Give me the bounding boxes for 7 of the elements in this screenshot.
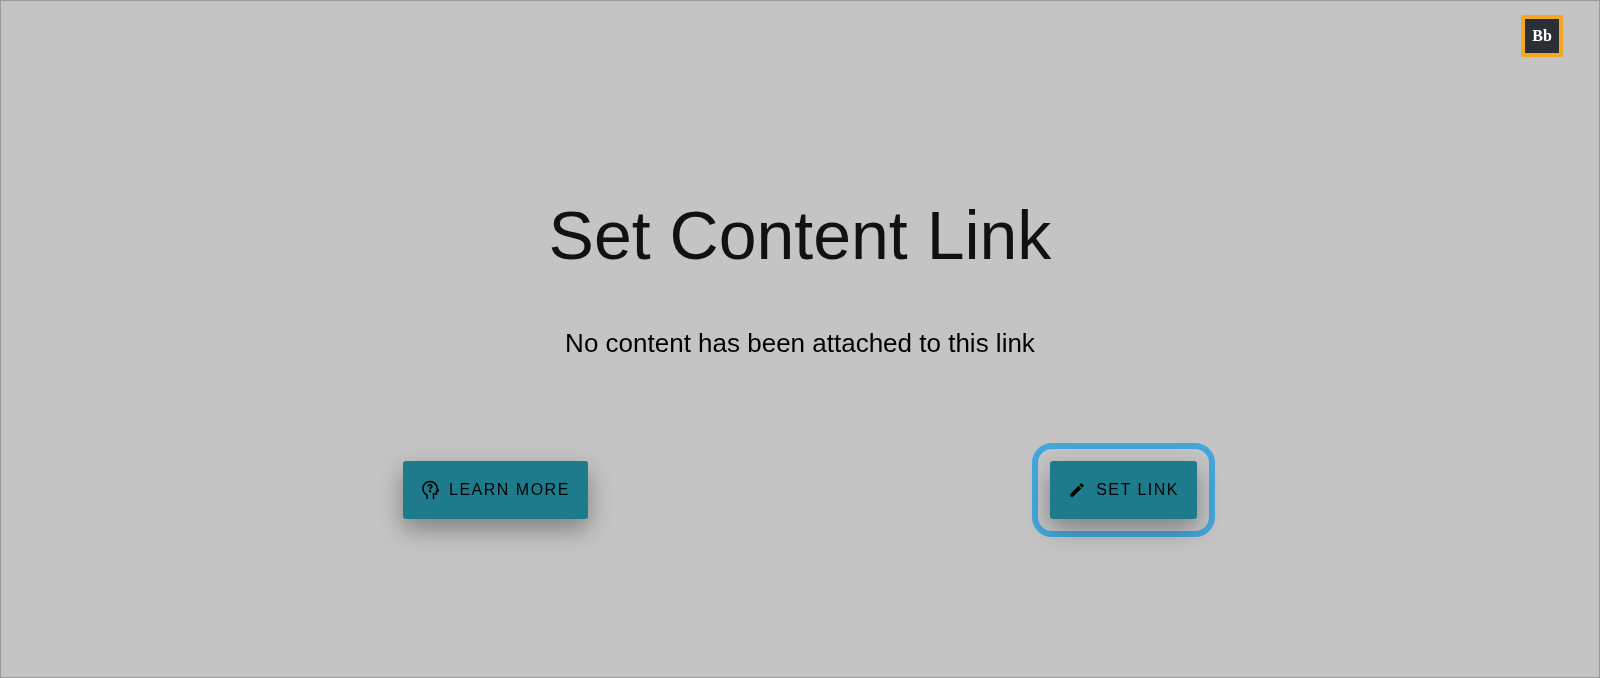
status-message: No content has been attached to this link — [565, 327, 1035, 360]
learn-more-button[interactable]: LEARN MORE — [403, 461, 588, 519]
logo: Bb — [1521, 15, 1563, 57]
head-question-icon — [421, 480, 439, 500]
set-link-button[interactable]: SET LINK — [1050, 461, 1197, 519]
page-title: Set Content Link — [548, 201, 1052, 269]
pencil-icon — [1068, 481, 1087, 499]
